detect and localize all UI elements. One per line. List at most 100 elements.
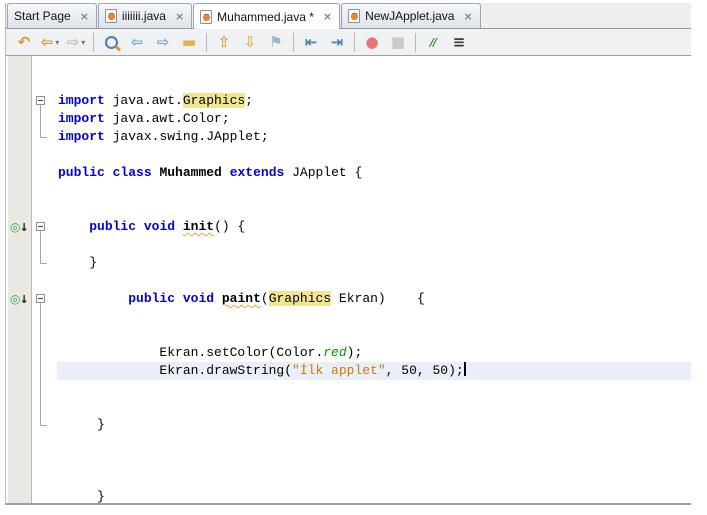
document-tab-bar: Start Page × iiiiiii.java × Muhammed.java * ×… — [6, 3, 691, 29]
code-line: import java.awt.Graphics; — [58, 92, 691, 110]
arrow-down-icon: ⇩ — [243, 32, 257, 51]
comment-button[interactable]: // — [421, 31, 445, 53]
stop-square-icon: ■ — [390, 32, 406, 51]
shift-line-right-button[interactable]: ⇥ — [325, 31, 349, 53]
code-segment: import — [58, 129, 105, 144]
tab-muhammed-java[interactable]: Muhammed.java * × — [193, 3, 341, 29]
glyph-gutter — [8, 56, 32, 503]
start-macro-recording-button[interactable]: ● — [360, 31, 384, 53]
toolbar-separator — [415, 32, 416, 52]
tab-close-icon[interactable]: × — [175, 10, 184, 23]
record-circle-icon: ● — [365, 32, 379, 51]
find-selection-button[interactable] — [99, 31, 123, 53]
code-segment: public — [58, 165, 105, 180]
code-segment: paint — [221, 291, 261, 306]
fold-collapse-box[interactable] — [36, 222, 45, 231]
code-segment: import — [58, 93, 105, 108]
code-line: Ekran.drawString("İlk applet", 50, 50); — [58, 362, 691, 380]
forward-arrow-icon: ⇨ — [66, 32, 80, 51]
code-segment: Ekran) { — [331, 291, 425, 306]
fold-collapse-box[interactable] — [36, 294, 45, 303]
shift-right-icon: ⇥ — [330, 32, 344, 51]
code-line: } — [58, 488, 691, 503]
bookmark-flag-icon: ⚑ — [269, 32, 283, 51]
fold-extent-line — [40, 105, 47, 138]
tab-close-icon[interactable]: × — [323, 10, 332, 23]
code-line: Ekran.setColor(Color.red); — [58, 344, 691, 362]
code-segment: } — [58, 255, 98, 270]
find-previous-occurrence-button[interactable]: ⇦ — [125, 31, 149, 53]
code-segment: import — [58, 111, 105, 126]
code-segment: javax.swing.JApplet; — [104, 129, 269, 144]
tab-label: Muhammed.java * — [217, 9, 314, 24]
code-line: public void paint(Graphics Ekran) { — [58, 290, 691, 308]
code-segment: init — [182, 219, 215, 234]
arrow-up-icon: ⇧ — [217, 32, 231, 51]
stop-macro-recording-button[interactable]: ■ — [386, 31, 410, 53]
code-editor: import java.awt.Graphics; import java.awt… — [6, 56, 691, 503]
uncomment-button[interactable]: ≡ — [447, 31, 471, 53]
code-line: } — [58, 254, 691, 272]
code-segment: public — [89, 219, 137, 234]
jump-forward-button[interactable]: ⇨ ▾ — [64, 31, 88, 53]
code-line: import javax.swing.JApplet; — [58, 128, 691, 146]
code-line: import java.awt.Color; — [58, 110, 691, 128]
code-line: public class Muhammed extends JApplet { — [58, 164, 691, 182]
tab-close-icon[interactable]: × — [463, 10, 472, 23]
find-next-occurrence-button[interactable]: ⇨ — [151, 31, 175, 53]
toolbar-separator — [206, 32, 207, 52]
code-segment: void — [182, 291, 215, 306]
next-bookmark-button[interactable]: ⇩ — [238, 31, 262, 53]
toggle-highlight-search-button[interactable]: ▬ — [177, 31, 201, 53]
code-segment: ); — [346, 345, 363, 360]
code-segment: "İlk applet" — [292, 363, 386, 378]
tab-newjapplet-java[interactable]: NewJApplet.java × — [341, 3, 481, 28]
fold-collapse-box[interactable] — [36, 96, 45, 105]
override-arrow-icon: ↓ — [19, 220, 29, 234]
tab-close-icon[interactable]: × — [80, 10, 89, 23]
tab-iiiiiii-java[interactable]: iiiiiii.java × — [97, 3, 193, 28]
toggle-bookmark-button[interactable]: ⚑ — [264, 31, 288, 53]
code-segment: () { — [214, 219, 246, 234]
dropdown-arrow-icon: ▾ — [81, 37, 86, 47]
code-line: public void init() { — [58, 218, 691, 236]
code-segment: Ekran.drawString( — [58, 363, 293, 378]
jump-back-button[interactable]: ⇦ ▾ — [38, 31, 62, 53]
dropdown-arrow-icon: ▾ — [55, 37, 60, 47]
code-segment: } — [58, 489, 105, 503]
code-line: } — [58, 416, 691, 434]
arrow-right-icon: ⇨ — [156, 32, 170, 51]
code-segment: , 50, 50); — [385, 363, 464, 378]
previous-bookmark-button[interactable]: ⇧ — [212, 31, 236, 53]
editor-toolbar: ↶ ⇦ ▾ ⇨ ▾ ⇦ ⇨ ▬ ⇧ ⇩ ⚑ ⇤ ⇥ ● ■//≡ — [6, 29, 691, 56]
fold-extent-line — [40, 303, 47, 426]
tab-start-page[interactable]: Start Page × — [7, 3, 97, 28]
override-marker-icon[interactable]: ◎ ↓ — [10, 291, 32, 307]
code-segment: public — [128, 291, 176, 306]
last-edit-location-button[interactable]: ↶ — [12, 31, 36, 53]
fold-extent-line — [40, 231, 47, 264]
override-marker-icon[interactable]: ◎ ↓ — [10, 219, 32, 235]
shift-line-left-button[interactable]: ⇤ — [299, 31, 323, 53]
code-text-area[interactable]: import java.awt.Graphics; import java.awt… — [58, 56, 691, 503]
code-segment: Ekran.setColor(Color. — [58, 345, 324, 360]
last-edit-icon: ↶ — [17, 32, 31, 51]
java-file-icon — [348, 9, 361, 23]
code-segment: red — [323, 345, 347, 360]
code-segment: class — [112, 165, 152, 180]
text-caret — [463, 362, 466, 376]
